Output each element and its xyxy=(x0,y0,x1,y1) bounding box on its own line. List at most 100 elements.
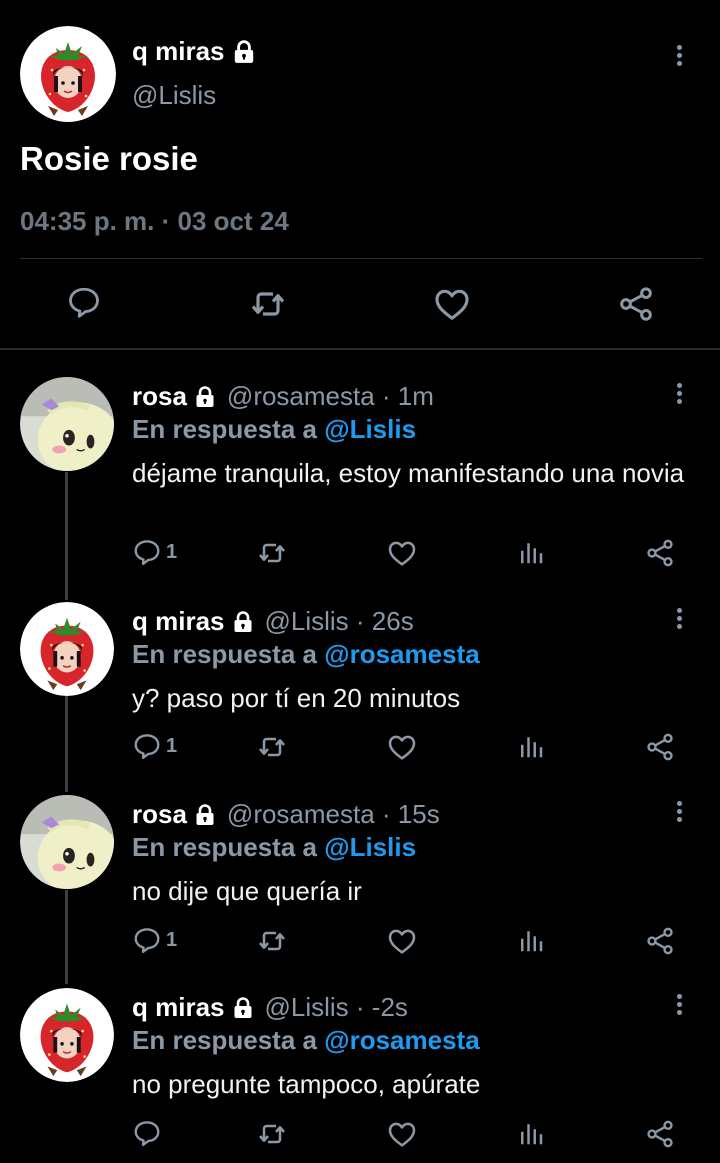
strawberry-avatar-icon xyxy=(20,988,114,1082)
handle-and-time: @Lislis · 26s xyxy=(264,606,414,636)
retweet-icon xyxy=(256,537,288,569)
mention-link[interactable]: @rosamesta xyxy=(324,639,479,669)
strawberry-avatar-icon xyxy=(20,602,114,696)
in-reply-to: En respuesta a @rosamesta xyxy=(132,1025,480,1056)
author-handle[interactable]: @Lislis xyxy=(132,80,216,111)
retweet-button[interactable] xyxy=(256,1118,288,1150)
retweet-button[interactable] xyxy=(256,731,288,763)
author-name[interactable]: rosa xyxy=(132,381,187,412)
author-name[interactable]: q miras xyxy=(132,606,225,637)
share-button[interactable] xyxy=(616,284,656,324)
divider xyxy=(20,258,702,259)
author-name[interactable]: rosa xyxy=(132,799,187,830)
author-row: rosa @rosamesta · 1m xyxy=(132,381,434,412)
like-button[interactable] xyxy=(386,731,418,763)
reply-button[interactable] xyxy=(132,1118,166,1148)
lock-icon xyxy=(231,39,257,65)
lock-icon xyxy=(193,385,217,409)
stats-button[interactable] xyxy=(516,537,546,567)
in-reply-to: En respuesta a @rosamesta xyxy=(132,639,480,670)
handle-and-time: @rosamesta · 15s xyxy=(226,799,440,829)
thread-line xyxy=(65,890,68,984)
reply-button[interactable]: 1 xyxy=(132,731,177,761)
tweet-text: Rosie rosie xyxy=(20,140,198,177)
in-reply-prefix: En respuesta a xyxy=(132,1025,317,1055)
reply-button[interactable] xyxy=(66,284,102,320)
tweet-timestamp: 04:35 p. m. · 03 oct 24 xyxy=(20,206,289,236)
tweet-text: déjame tranquila, estoy manifestando una… xyxy=(132,458,685,488)
reply-icon xyxy=(132,537,162,567)
like-button[interactable] xyxy=(432,284,472,324)
share-button[interactable] xyxy=(644,925,676,957)
share-button[interactable] xyxy=(644,537,676,569)
reply-count: 1 xyxy=(166,540,178,563)
author-row: q miras @Lislis · 26s xyxy=(132,606,414,637)
author-name[interactable]: q miras xyxy=(132,992,225,1023)
reply-count: 1 xyxy=(166,928,178,951)
reply-icon xyxy=(132,1118,162,1148)
heart-icon xyxy=(432,284,472,324)
more-options-icon[interactable] xyxy=(676,801,684,825)
lock-icon xyxy=(231,610,255,634)
share-button[interactable] xyxy=(644,731,676,763)
strawberry-avatar-icon xyxy=(20,26,116,122)
stats-button[interactable] xyxy=(516,925,546,955)
thread-line xyxy=(65,696,68,792)
plush-avatar-icon xyxy=(20,377,114,471)
stats-icon xyxy=(516,731,546,761)
avatar[interactable] xyxy=(20,988,114,1082)
mention-link[interactable]: @Lislis xyxy=(324,832,416,862)
more-options-icon[interactable] xyxy=(676,383,684,407)
author-row: q miras xyxy=(132,36,257,67)
retweet-button[interactable] xyxy=(248,284,288,324)
section-divider xyxy=(0,348,720,350)
share-button[interactable] xyxy=(644,1118,676,1150)
avatar[interactable] xyxy=(20,795,114,889)
reply-icon xyxy=(132,925,162,955)
avatar[interactable] xyxy=(20,377,114,471)
retweet-button[interactable] xyxy=(256,925,288,957)
retweet-icon xyxy=(248,284,288,324)
lock-icon xyxy=(231,996,255,1020)
share-icon xyxy=(644,731,676,763)
tweet-text: no pregunte tampoco, apúrate xyxy=(132,1069,481,1099)
more-options-icon[interactable] xyxy=(676,608,684,632)
retweet-icon xyxy=(256,925,288,957)
author-row: rosa @rosamesta · 15s xyxy=(132,799,440,830)
author-name[interactable]: q miras xyxy=(132,36,225,67)
mention-link[interactable]: @rosamesta xyxy=(324,1025,479,1055)
stats-icon xyxy=(516,537,546,567)
like-button[interactable] xyxy=(386,537,418,569)
reply-button[interactable]: 1 xyxy=(132,537,177,567)
avatar[interactable] xyxy=(20,602,114,696)
stats-icon xyxy=(516,1118,546,1148)
retweet-button[interactable] xyxy=(256,537,288,569)
mention-link[interactable]: @Lislis xyxy=(324,414,416,444)
stats-button[interactable] xyxy=(516,731,546,761)
reply-button[interactable]: 1 xyxy=(132,925,177,955)
retweet-icon xyxy=(256,1118,288,1150)
retweet-icon xyxy=(256,731,288,763)
stats-icon xyxy=(516,925,546,955)
heart-icon xyxy=(386,1118,418,1150)
in-reply-to: En respuesta a @Lislis xyxy=(132,832,416,863)
stats-button[interactable] xyxy=(516,1118,546,1148)
author-row: q miras @Lislis · -2s xyxy=(132,992,408,1023)
in-reply-prefix: En respuesta a xyxy=(132,414,317,444)
in-reply-prefix: En respuesta a xyxy=(132,832,317,862)
more-options-icon[interactable] xyxy=(676,994,684,1018)
heart-icon xyxy=(386,537,418,569)
tweet-text: y? paso por tí en 20 minutos xyxy=(132,683,461,713)
like-button[interactable] xyxy=(386,1118,418,1150)
reply-icon xyxy=(132,731,162,761)
handle-and-time: @Lislis · -2s xyxy=(264,992,408,1022)
in-reply-to: En respuesta a @Lislis xyxy=(132,414,416,445)
like-button[interactable] xyxy=(386,925,418,957)
avatar[interactable] xyxy=(20,26,116,122)
heart-icon xyxy=(386,925,418,957)
main-tweet: q miras @Lislis Rosie rosie 04:35 p. m. … xyxy=(0,0,720,350)
more-options-icon[interactable] xyxy=(676,45,684,69)
share-icon xyxy=(644,1118,676,1150)
in-reply-prefix: En respuesta a xyxy=(132,639,317,669)
thread-line xyxy=(65,472,68,600)
